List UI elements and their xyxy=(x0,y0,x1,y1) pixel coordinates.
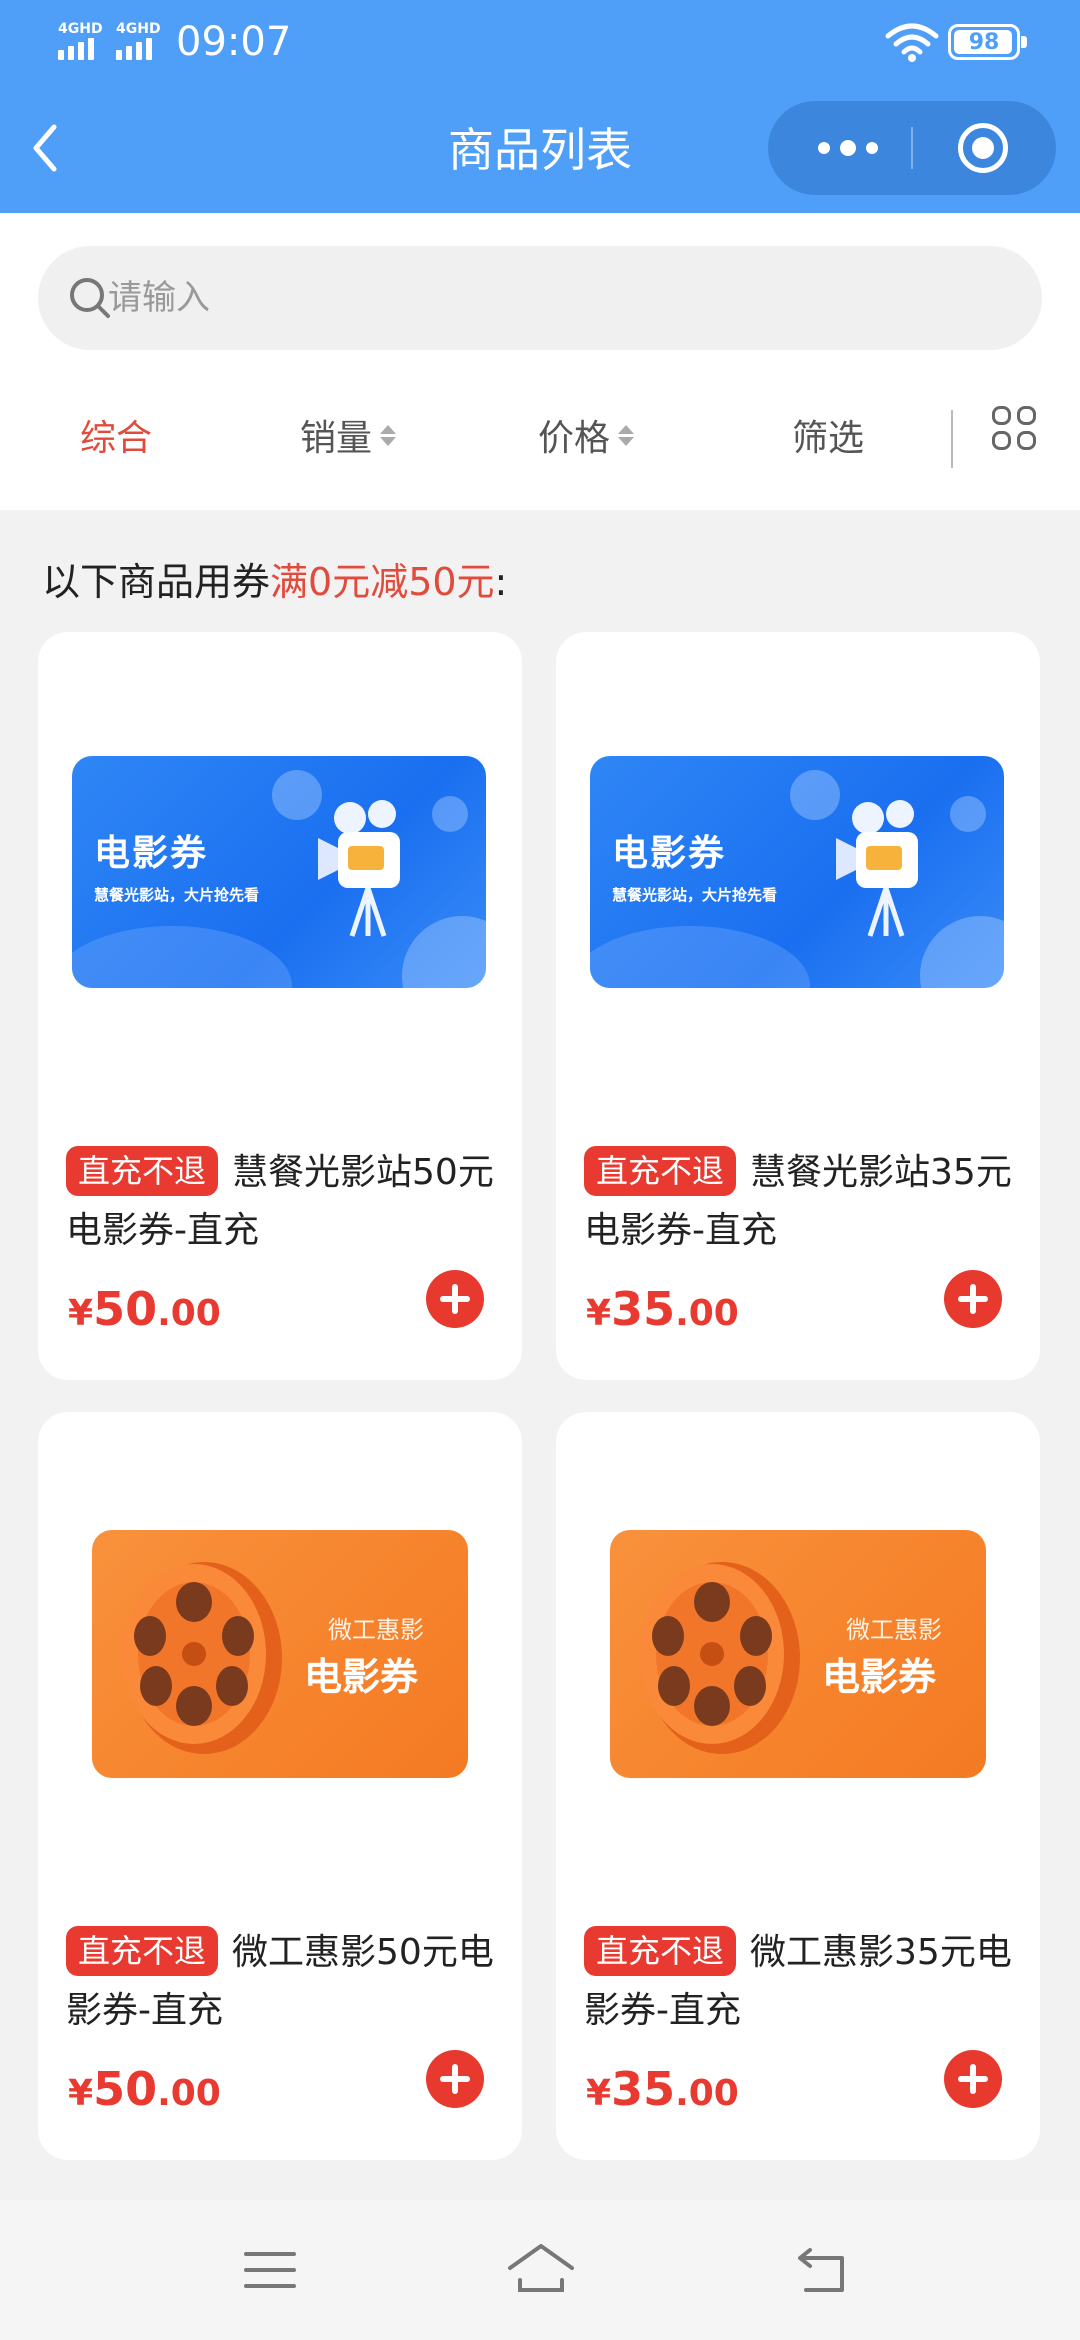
status-badge: 直充不退 xyxy=(66,1146,219,1196)
sort-icon xyxy=(618,424,635,446)
film-reel-icon xyxy=(640,1562,800,1754)
product-image: 电影券 慧餐光影站，大片抢先看 xyxy=(590,756,1004,988)
home-icon[interactable] xyxy=(506,2240,576,2300)
add-cart-button[interactable] xyxy=(426,1270,484,1328)
product-name: 直充不退 微工惠影35元电影券-直充 xyxy=(584,1924,1024,2040)
product-image: 微工惠影 电影券 xyxy=(610,1530,986,1778)
status-time: 09:07 xyxy=(176,19,292,65)
product-card[interactable]: 微工惠影 电影券 直充不退 微工惠影50元电影券-直充 ¥50.00 xyxy=(38,1412,522,2160)
add-cart-button[interactable] xyxy=(944,1270,1002,1328)
search-filter-panel: 综合 销量 价格 筛选 xyxy=(0,213,1080,510)
tab-price[interactable]: 价格 xyxy=(538,370,635,500)
back-nav-icon[interactable] xyxy=(792,2240,852,2300)
signal-icon: 4GHD xyxy=(58,22,114,60)
miniapp-capsule xyxy=(768,101,1056,195)
product-price: ¥35.00 xyxy=(586,2062,739,2116)
more-button[interactable] xyxy=(808,128,888,168)
wifi-icon xyxy=(885,23,939,62)
product-card[interactable]: 电影券 慧餐光影站，大片抢先看 直充不退 慧餐光影站35元电影券-直充 ¥35.0… xyxy=(556,632,1040,1380)
search-bar[interactable] xyxy=(38,246,1042,350)
film-reel-icon xyxy=(122,1562,282,1754)
add-cart-button[interactable] xyxy=(426,2050,484,2108)
status-badge: 直充不退 xyxy=(584,1146,737,1196)
status-badge: 直充不退 xyxy=(584,1926,737,1976)
product-price: ¥35.00 xyxy=(586,1282,739,1336)
grid-view-icon[interactable] xyxy=(992,406,1036,450)
system-nav-bar xyxy=(0,2200,1080,2340)
battery-icon: 98 xyxy=(948,24,1027,60)
product-name: 直充不退 慧餐光影站50元电影券-直充 xyxy=(66,1144,506,1260)
product-image: 电影券 慧餐光影站，大片抢先看 xyxy=(72,756,486,988)
close-miniapp-button[interactable] xyxy=(958,123,1008,173)
header: 4GHD 4GHD 09:07 98 商品列表 xyxy=(0,0,1080,213)
coupon-notice: 以下商品用券满0元减50元: xyxy=(42,560,508,604)
tab-comprehensive[interactable]: 综合 xyxy=(80,370,152,500)
product-name: 直充不退 微工惠影50元电影券-直充 xyxy=(66,1924,506,2040)
search-icon xyxy=(70,278,110,318)
product-name: 直充不退 慧餐光影站35元电影券-直充 xyxy=(584,1144,1024,1260)
tab-sales[interactable]: 销量 xyxy=(300,370,397,500)
product-card[interactable]: 电影券 慧餐光影站，大片抢先看 直充不退 慧餐光影站50元电影券-直充 ¥50.0… xyxy=(38,632,522,1380)
search-input[interactable] xyxy=(108,266,988,330)
status-badge: 直充不退 xyxy=(66,1926,219,1976)
tab-filter[interactable]: 筛选 xyxy=(792,370,864,500)
sort-icon xyxy=(380,424,397,446)
product-price: ¥50.00 xyxy=(68,2062,221,2116)
signal-icon-2: 4GHD xyxy=(116,22,172,60)
camera-icon xyxy=(318,800,400,937)
menu-icon[interactable] xyxy=(240,2240,300,2300)
add-cart-button[interactable] xyxy=(944,2050,1002,2108)
status-bar: 4GHD 4GHD 09:07 98 xyxy=(0,0,1080,80)
product-image: 微工惠影 电影券 xyxy=(92,1530,468,1778)
camera-icon xyxy=(836,800,918,937)
product-card[interactable]: 微工惠影 电影券 直充不退 微工惠影35元电影券-直充 ¥35.00 xyxy=(556,1412,1040,2160)
product-price: ¥50.00 xyxy=(68,1282,221,1336)
filter-tabs: 综合 销量 价格 筛选 xyxy=(0,370,1080,500)
